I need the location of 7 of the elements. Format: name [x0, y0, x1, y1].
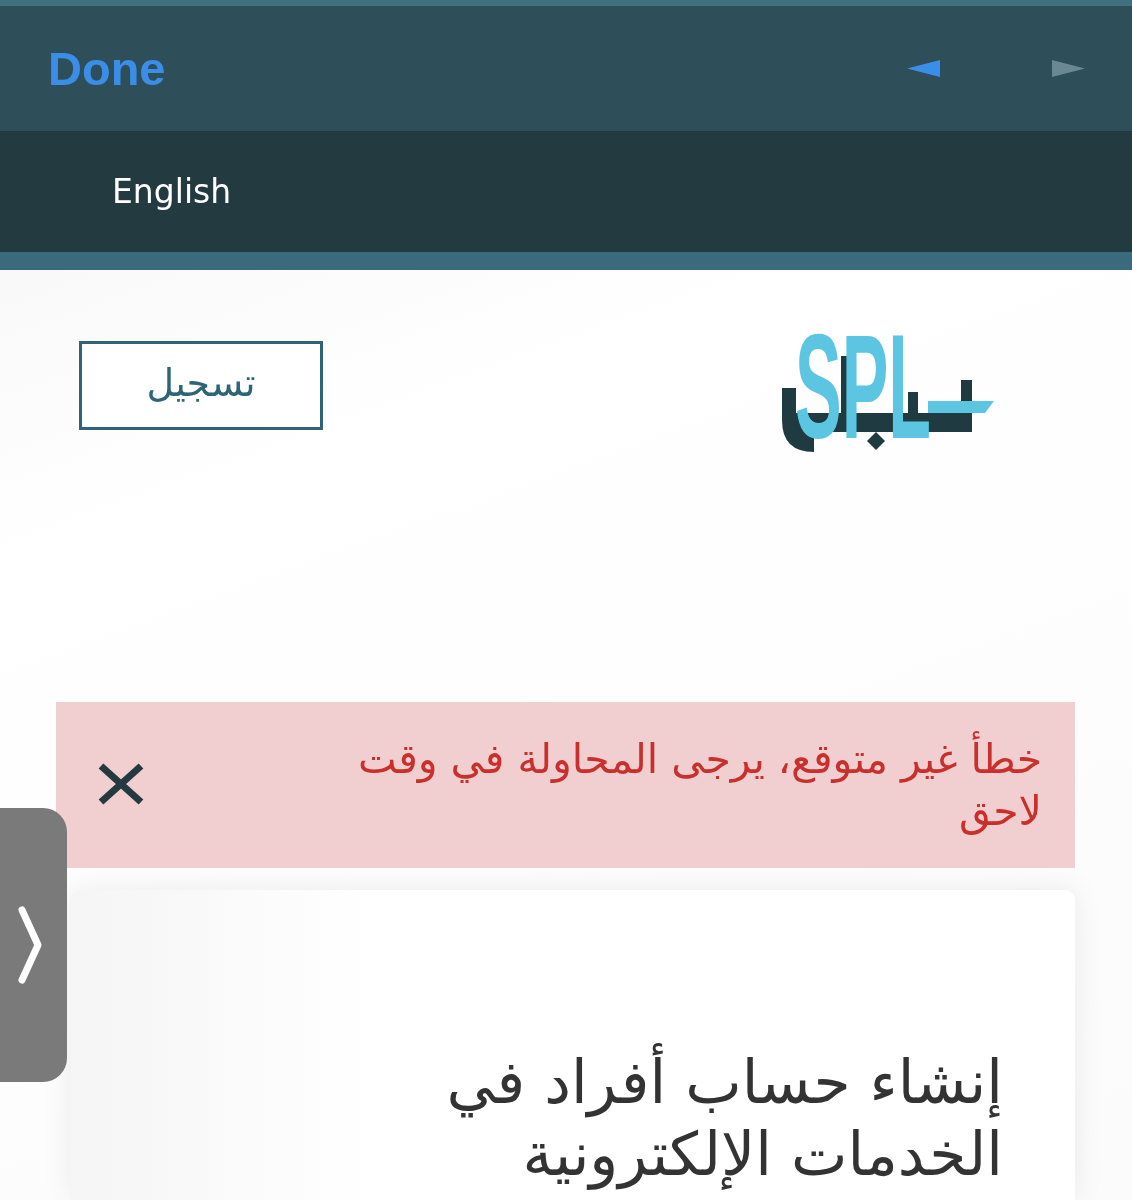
side-panel-handle[interactable]	[0, 808, 67, 1082]
language-link[interactable]: English	[112, 172, 232, 211]
register-button[interactable]: تسجيل	[79, 341, 323, 430]
chevron-right-icon	[16, 905, 43, 985]
close-icon[interactable]	[98, 763, 144, 805]
back-arrow-icon[interactable]	[907, 60, 940, 77]
error-message: خطأ غير متوقع، يرجى المحاولة في وقت لاحق	[322, 733, 1042, 837]
